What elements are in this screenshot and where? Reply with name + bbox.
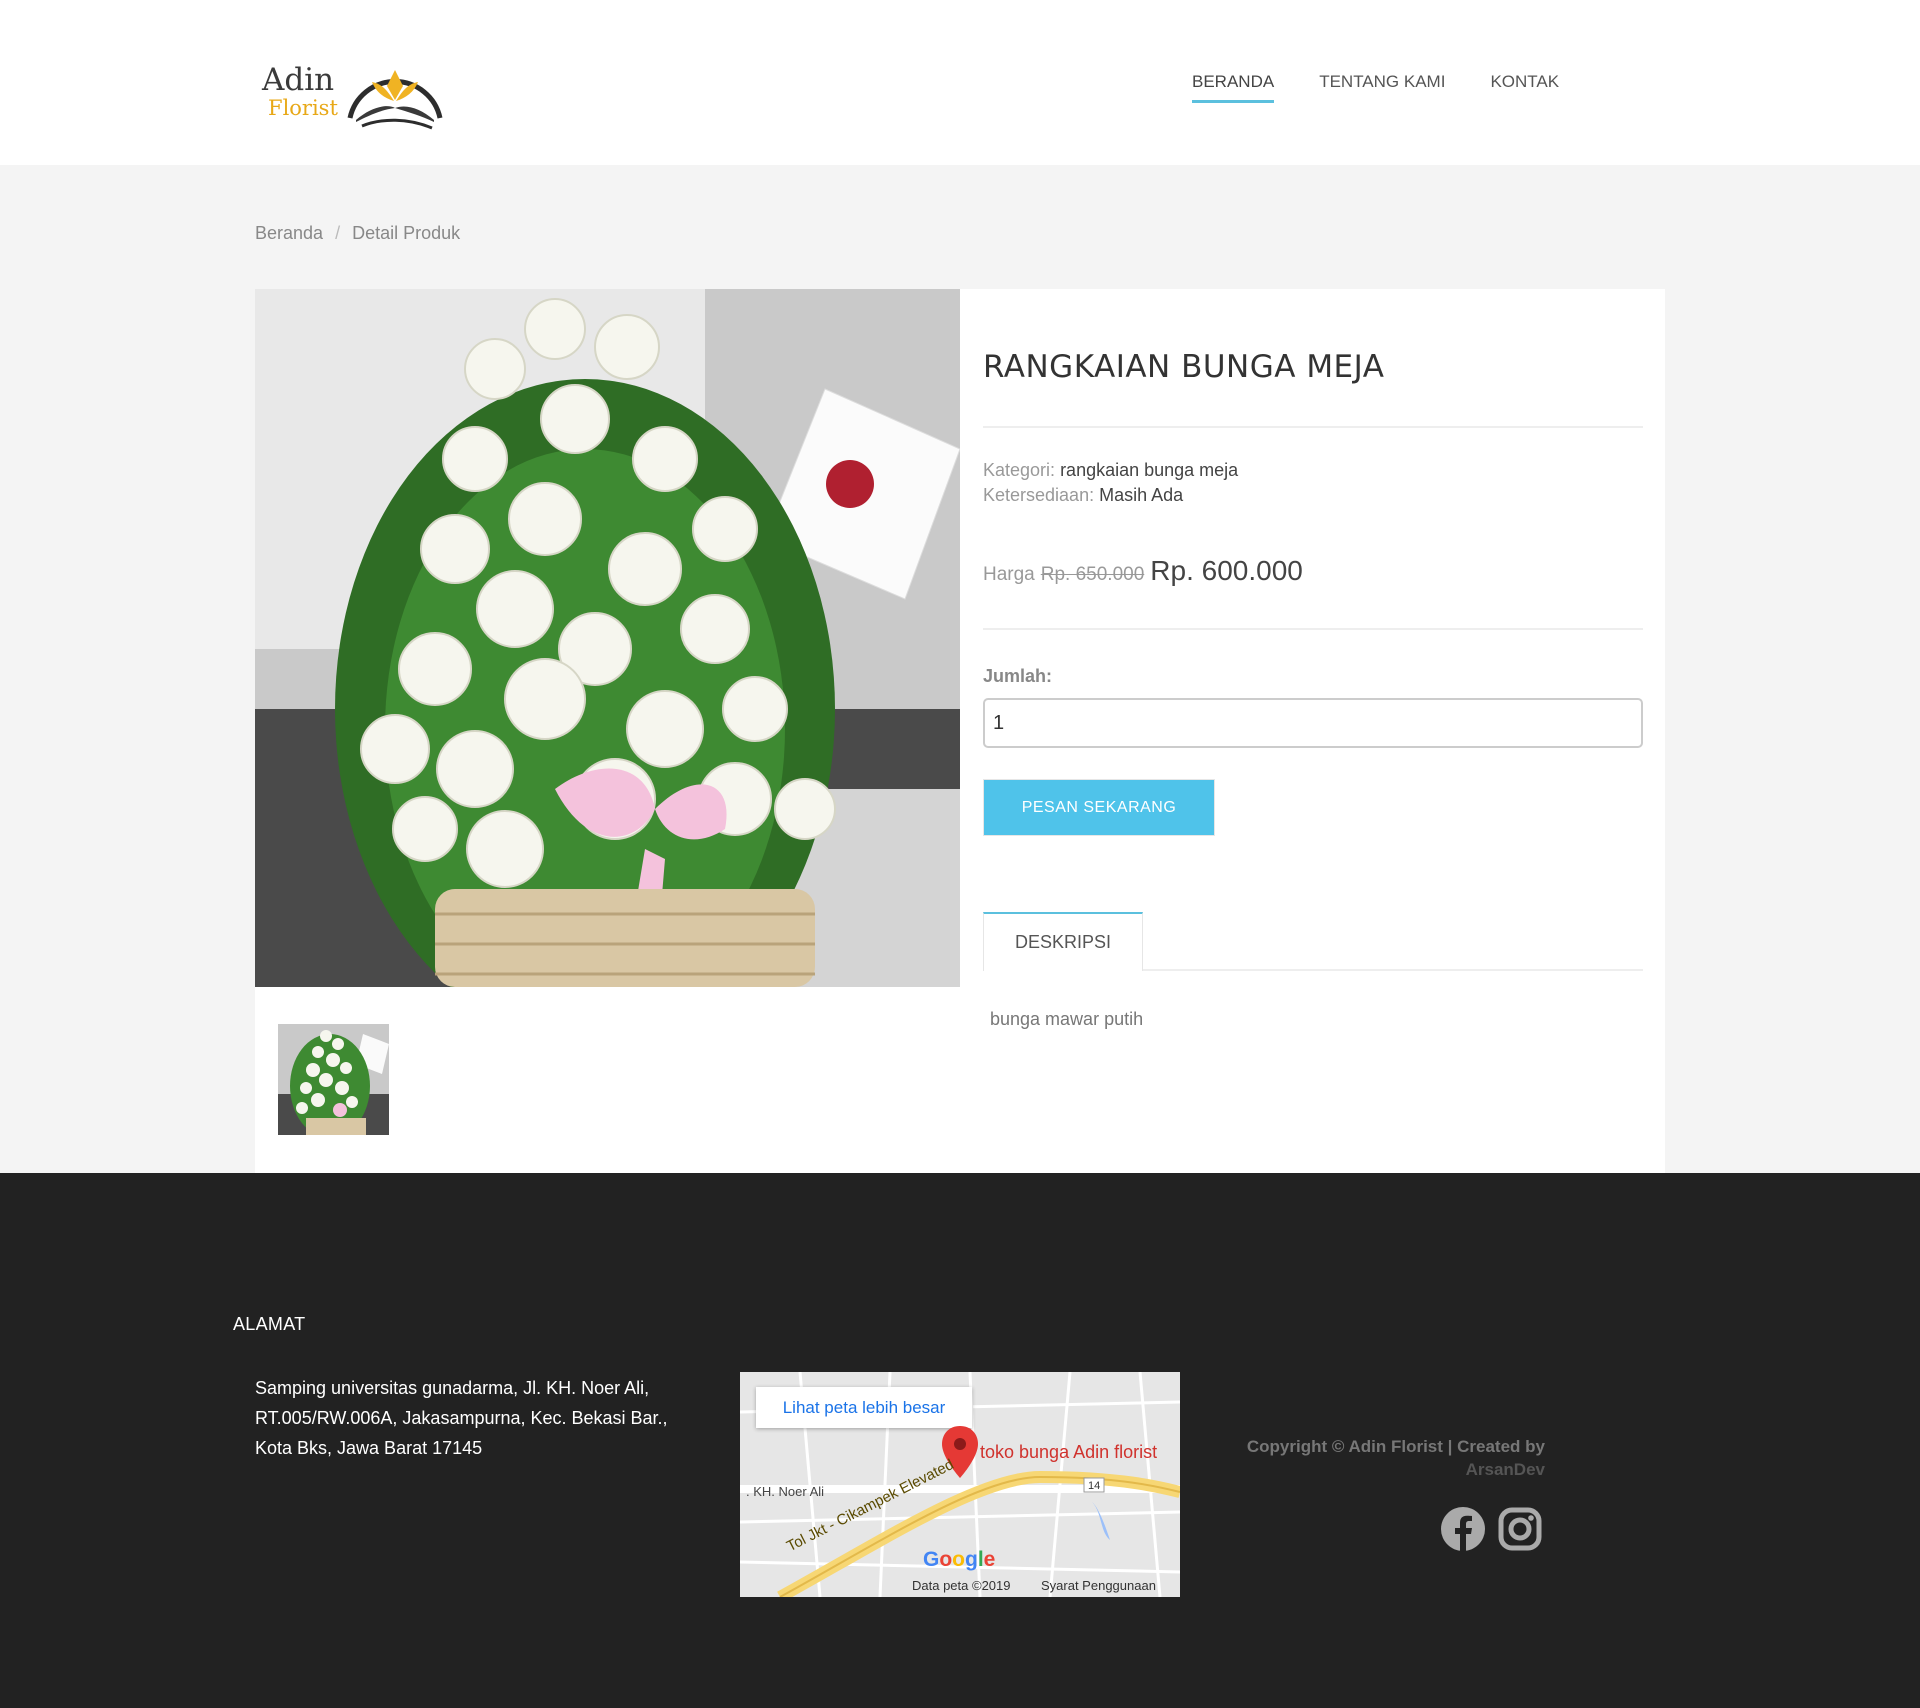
- main-nav: BERANDA TENTANG KAMI KONTAK: [1192, 72, 1604, 103]
- site-logo[interactable]: Adin Florist: [258, 56, 448, 134]
- category-value[interactable]: rangkaian bunga meja: [1060, 460, 1238, 480]
- site-footer: ALAMAT Samping universitas gunadarma, Jl…: [0, 1173, 1920, 1708]
- product-tabs: DESKRIPSI: [983, 912, 1643, 971]
- google-logo: Google: [923, 1548, 996, 1571]
- price-row: Harga Rp. 650.000 Rp. 600.000: [983, 555, 1303, 587]
- map-data-credit: Data peta ©2019: [912, 1578, 1011, 1593]
- footer-address-heading: ALAMAT: [233, 1314, 306, 1334]
- price-divider: [983, 628, 1643, 630]
- map-place-label[interactable]: toko bunga Adin florist: [980, 1442, 1157, 1463]
- view-larger-map-link[interactable]: Lihat peta lebih besar: [756, 1387, 972, 1428]
- title-divider: [983, 426, 1643, 428]
- map-route-number: 14: [1088, 1480, 1100, 1492]
- price-label: Harga: [983, 564, 1035, 585]
- category-label: Kategori: [983, 460, 1051, 480]
- map-street-label: . KH. Noer Ali: [746, 1484, 825, 1499]
- footer-copyright: Copyright © Adin Florist | Created by: [1246, 1437, 1545, 1456]
- footer-creator[interactable]: ArsanDev: [1150, 1460, 1545, 1480]
- footer-address: Samping universitas gunadarma, Jl. KH. N…: [255, 1378, 668, 1458]
- facebook-icon[interactable]: [1439, 1505, 1487, 1553]
- order-now-button[interactable]: PESAN SEKARANG: [983, 779, 1215, 836]
- product-thumbnail[interactable]: [278, 1024, 389, 1135]
- flower-logo-icon: [347, 70, 443, 130]
- nav-item-beranda[interactable]: BERANDA: [1192, 72, 1275, 103]
- availability-value: Masih Ada: [1099, 485, 1184, 505]
- breadcrumb-current: Detail Produk: [352, 223, 461, 243]
- product-description: bunga mawar putih: [990, 1009, 1144, 1029]
- price-new: Rp. 600.000: [1150, 555, 1303, 586]
- quantity-label: Jumlah:: [983, 666, 1053, 686]
- tab-deskripsi[interactable]: DESKRIPSI: [983, 912, 1143, 971]
- map-terms-link[interactable]: Syarat Penggunaan: [1041, 1578, 1156, 1593]
- product-title: RANGKAIAN BUNGA MEJA: [983, 349, 1385, 385]
- availability-label: Ketersediaan: [983, 485, 1090, 505]
- breadcrumb-home-link[interactable]: Beranda: [255, 223, 323, 243]
- thumbnail-bouquet-image: [278, 1024, 389, 1135]
- instagram-icon[interactable]: [1496, 1505, 1544, 1553]
- product-card: RANGKAIAN BUNGA MEJA Kategori: rangkaian…: [255, 289, 1665, 1173]
- quantity-input[interactable]: [983, 698, 1643, 748]
- embedded-map[interactable]: 14 Lihat peta lebih besar toko bunga Adi…: [740, 1372, 1180, 1597]
- product-main-image[interactable]: [255, 289, 960, 987]
- nav-item-kontak[interactable]: KONTAK: [1490, 72, 1559, 103]
- product-category: Kategori: rangkaian bunga meja: [983, 460, 1239, 480]
- site-header: Adin Florist BERANDA TENTANG KAMI KONTAK: [0, 0, 1920, 165]
- price-old: Rp. 650.000: [1040, 564, 1145, 585]
- logo-text-adin: Adin: [262, 62, 335, 98]
- breadcrumb-separator: /: [335, 223, 341, 243]
- flower-bouquet-image: [255, 289, 960, 987]
- product-availability: Ketersediaan: Masih Ada: [983, 485, 1184, 505]
- breadcrumb: Beranda / Detail Produk: [255, 223, 460, 244]
- logo-text-florist: Florist: [268, 96, 338, 120]
- nav-item-tentang-kami[interactable]: TENTANG KAMI: [1319, 72, 1445, 103]
